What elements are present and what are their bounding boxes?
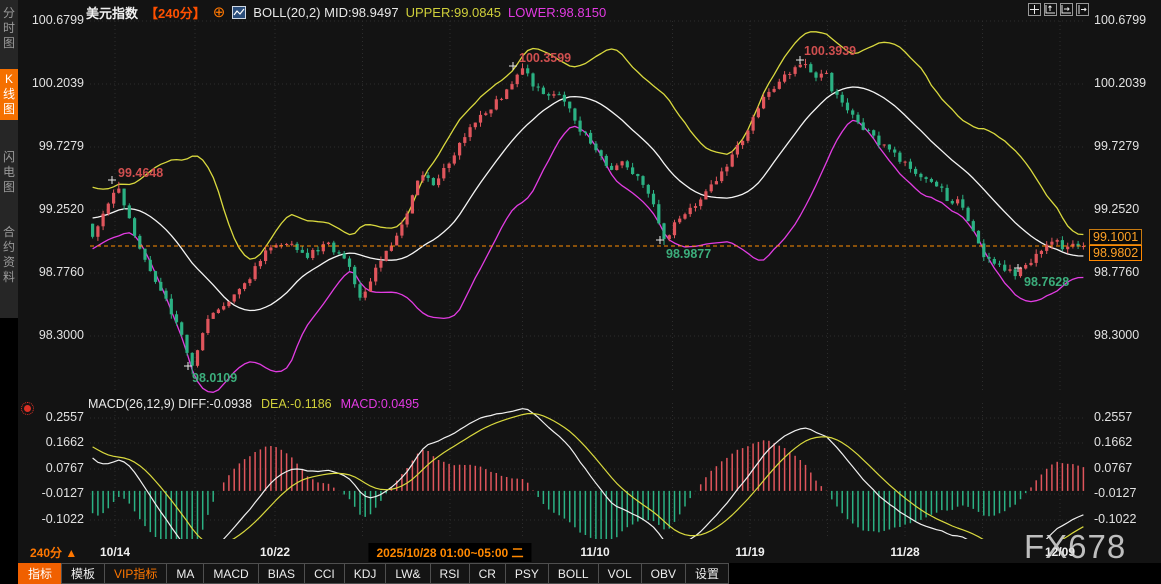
cci-button[interactable]: CCI <box>304 563 345 584</box>
chart-tools <box>1028 3 1089 16</box>
price-tick-left: 98.7760 <box>39 265 84 279</box>
chart-type-icon[interactable] <box>232 6 246 19</box>
price-axis-right: 100.6799 100.2039 99.7279 99.2520 98.7760 98.… <box>1092 0 1161 563</box>
date-tick: 11/28 <box>890 545 919 559</box>
macd-tick-right: 0.2557 <box>1094 410 1132 424</box>
price-tick-right: 99.7279 <box>1094 139 1139 153</box>
obv-button[interactable]: OBV <box>641 563 686 584</box>
price-tick-left: 99.7279 <box>39 139 84 153</box>
macd-button[interactable]: MACD <box>203 563 258 584</box>
time-axis: 240分 ▲ 10/14 10/22 2025/10/28 01:00~05:00 … <box>18 540 1161 563</box>
macd-tick-right: -0.1022 <box>1094 512 1136 526</box>
annotation-98.0109: 98.0109 <box>192 371 237 385</box>
annotation-98.9877: 98.9877 <box>666 247 711 261</box>
price-tick-right: 100.6799 <box>1094 13 1146 27</box>
price-tick-right: 99.2520 <box>1094 202 1139 216</box>
tab-kline-chart[interactable]: K线图 <box>0 69 18 120</box>
macd-tick-left: -0.0127 <box>42 486 84 500</box>
price-tick-left: 99.2520 <box>39 202 84 216</box>
symbol-title: 美元指数 <box>86 3 138 22</box>
vip-indicators-button[interactable]: VIP指标 <box>104 563 167 584</box>
price-tick-left: 98.3000 <box>39 328 84 342</box>
ma-button[interactable]: MA <box>166 563 204 584</box>
selected-candle-time: 2025/10/28 01:00~05:00 二 <box>368 543 531 562</box>
price-tick-right: 98.3000 <box>1094 328 1139 342</box>
price-tick-right: 100.2039 <box>1094 76 1146 90</box>
indicator-alert-icon <box>24 405 31 412</box>
vol-button[interactable]: VOL <box>598 563 642 584</box>
annotation-98.7628: 98.7628 <box>1024 275 1069 289</box>
current-price-label: 98.9802 <box>1089 245 1142 261</box>
pan-right-icon[interactable] <box>1076 3 1089 16</box>
macd-tick-right: 0.0767 <box>1094 461 1132 475</box>
chart-header: 美元指数 【240分】 ⊕ BOLL(20,2) MID:98.9497 UPP… <box>86 3 606 22</box>
indicators-button[interactable]: 指标 <box>18 563 62 584</box>
lw-button[interactable]: LW& <box>385 563 430 584</box>
period-badge: 【240分】 <box>145 3 206 22</box>
price-axis-left: 100.6799 100.2039 99.7279 99.2520 98.7760 98.… <box>18 0 86 563</box>
templates-button[interactable]: 模板 <box>61 563 105 584</box>
level-price-label: 99.1001 <box>1089 229 1142 245</box>
crosshair-icon[interactable] <box>1028 3 1041 16</box>
date-tick: 11/19 <box>735 545 764 559</box>
price-tick-left: 100.2039 <box>32 76 84 90</box>
psy-button[interactable]: PSY <box>505 563 549 584</box>
bias-button[interactable]: BIAS <box>258 563 305 584</box>
zoom-horizontal-icon[interactable] <box>1060 3 1073 16</box>
tab-lightning-chart[interactable]: 闪电图 <box>0 147 18 198</box>
price-tick-left: 100.6799 <box>32 13 84 27</box>
date-tick: 11/10 <box>580 545 609 559</box>
macd-tick-right: 0.1662 <box>1094 435 1132 449</box>
macd-tick-left: -0.1022 <box>42 512 84 526</box>
macd-tick-left: 0.0767 <box>46 461 84 475</box>
left-sidebar: 分时图 K线图闪电图合约资料 <box>0 0 18 563</box>
boll-lower-label: LOWER:98.8150 <box>508 5 606 20</box>
tab-contract-info[interactable]: 合约资料 <box>0 222 18 288</box>
rsi-button[interactable]: RSI <box>430 563 470 584</box>
bottom-toolbar: 指标模板VIP指标MAMACDBIASCCIKDJLW&RSICRPSYBOLL… <box>0 563 1161 584</box>
annotation-100.3599: 100.3599 <box>519 51 571 65</box>
price-tick-right: 98.7760 <box>1094 265 1139 279</box>
macd-header: MACD(26,12,9) DIFF:-0.0938 DEA:-0.1186 M… <box>88 397 419 411</box>
zoom-vertical-icon[interactable] <box>1044 3 1057 16</box>
macd-tick-right: -0.0127 <box>1094 486 1136 500</box>
kdj-button[interactable]: KDJ <box>344 563 387 584</box>
overlay-layer <box>90 56 1086 370</box>
boll-upper-label: UPPER:99.0845 <box>406 5 501 20</box>
date-tick: 10/14 <box>100 545 130 559</box>
tab-time-chart[interactable]: 分时图 <box>0 3 18 54</box>
trading-chart-app: 分时图 K线图闪电图合约资料 美元指数 【240分】 ⊕ BOLL(20,2) M… <box>0 0 1161 584</box>
date-tick: 10/22 <box>260 545 290 559</box>
add-indicator-icon[interactable]: ⊕ <box>213 6 226 19</box>
boll-button[interactable]: BOLL <box>548 563 599 584</box>
macd-tick-left: 0.2557 <box>46 410 84 424</box>
annotation-100.3939: 100.3939 <box>804 44 856 58</box>
macd-diff-label: MACD(26,12,9) DIFF:-0.0938 <box>88 397 252 411</box>
main-chart-canvas[interactable] <box>0 0 1161 563</box>
macd-dea-label: DEA:-0.1186 <box>261 397 332 411</box>
annotation-99.4648: 99.4648 <box>118 166 163 180</box>
period-selector[interactable]: 240分 ▲ <box>30 544 77 561</box>
price-panel-layer <box>91 32 1085 393</box>
date-tick: 12/09 <box>1045 545 1075 559</box>
cr-button[interactable]: CR <box>469 563 506 584</box>
macd-value-label: MACD:0.0495 <box>341 397 420 411</box>
macd-tick-left: 0.1662 <box>46 435 84 449</box>
boll-mid-label: BOLL(20,2) MID:98.9497 <box>253 5 398 20</box>
settings-button[interactable]: 设置 <box>685 563 729 584</box>
